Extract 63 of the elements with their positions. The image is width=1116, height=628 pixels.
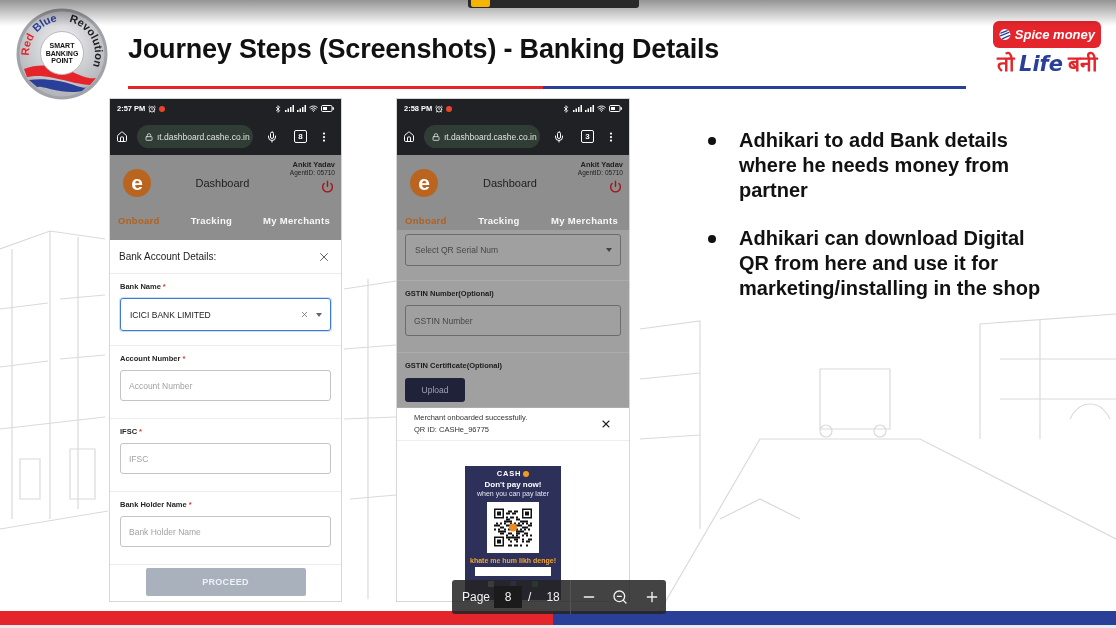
page-number-field[interactable]: 8 bbox=[494, 586, 523, 608]
bullet-icon bbox=[708, 137, 716, 145]
input-field[interactable]: IFSC bbox=[120, 443, 331, 474]
bullet-icon bbox=[708, 235, 716, 243]
zoom-out-icon[interactable] bbox=[611, 589, 628, 605]
signal-icon bbox=[297, 105, 306, 112]
slides-icon bbox=[471, 0, 490, 7]
address-bar[interactable]: ıt.dashboard.cashe.co.in bbox=[424, 125, 540, 148]
coin-icon bbox=[523, 470, 530, 477]
signal-icon bbox=[585, 105, 594, 112]
brand-tagline: तो Life बनी bbox=[997, 50, 1097, 78]
open-with-button[interactable] bbox=[468, 0, 639, 8]
tab[interactable]: My Merchants bbox=[551, 214, 618, 226]
wifi-icon bbox=[309, 104, 318, 113]
address-bar[interactable]: ıt.dashboard.cashe.co.in bbox=[137, 125, 253, 148]
tabs-button[interactable]: 3 bbox=[581, 130, 594, 143]
wifi-icon bbox=[597, 104, 606, 113]
bullet-text: Adhikari can download Digital QR from here and use it for marketing/installing in the shop bbox=[739, 226, 1042, 301]
battery-icon bbox=[321, 105, 334, 112]
input-field[interactable]: GSTIN Number bbox=[405, 305, 621, 336]
signal-icon bbox=[285, 105, 294, 112]
input-field[interactable]: Account Number bbox=[120, 370, 331, 401]
qr-code-drawing bbox=[487, 502, 539, 553]
home-icon[interactable] bbox=[403, 130, 415, 143]
caret-icon[interactable] bbox=[316, 312, 322, 317]
tab[interactable]: Tracking bbox=[478, 214, 520, 226]
input-field[interactable]: Bank Holder Name bbox=[120, 516, 331, 547]
tab[interactable]: Tracking bbox=[190, 214, 233, 226]
modal-title: Bank Account Details: bbox=[119, 251, 217, 262]
tabs-button[interactable]: 8 bbox=[294, 130, 307, 143]
bullet-text: Adhikari to add Bank details where he needs money from partner bbox=[739, 128, 1011, 203]
clear-icon[interactable] bbox=[300, 310, 309, 319]
page-total: 18 bbox=[546, 590, 560, 604]
battery-icon bbox=[609, 105, 622, 112]
lock-icon bbox=[432, 132, 440, 141]
brand-name: Spice money bbox=[1014, 27, 1095, 42]
bluetooth-icon bbox=[562, 104, 570, 113]
page-label: Page bbox=[462, 590, 491, 604]
close-icon[interactable] bbox=[600, 418, 612, 430]
logo-arc-word: Blue bbox=[29, 11, 58, 34]
app-title: Dashboard bbox=[482, 176, 538, 189]
striped-ball-icon bbox=[999, 28, 1011, 41]
bluetooth-icon bbox=[274, 104, 282, 113]
notification-dot-icon bbox=[446, 105, 453, 112]
app-logo: e bbox=[410, 168, 438, 197]
signal-icon bbox=[573, 105, 582, 112]
app-title: Dashboard bbox=[194, 176, 251, 189]
poster-headline: Don't pay now! bbox=[484, 480, 542, 490]
app-logo: e bbox=[123, 168, 151, 197]
caret-icon[interactable] bbox=[606, 248, 612, 252]
upload-button[interactable]: Upload bbox=[405, 378, 465, 402]
alarm-clock-icon bbox=[148, 104, 157, 113]
home-icon[interactable] bbox=[116, 130, 128, 143]
microphone-icon[interactable] bbox=[553, 130, 565, 143]
alarm-clock-icon bbox=[435, 104, 444, 113]
slide-title: Journey Steps (Screenshots) - Banking Details bbox=[128, 33, 721, 66]
select-field[interactable]: ICICI BANK LIMITED bbox=[120, 298, 331, 331]
lock-icon bbox=[145, 132, 153, 141]
microphone-icon[interactable] bbox=[266, 130, 278, 143]
page-separator: / bbox=[528, 590, 532, 604]
tab[interactable]: My Merchants bbox=[263, 214, 330, 226]
select-field[interactable]: Select QR Serial Num bbox=[405, 234, 621, 266]
notification-dot-icon bbox=[159, 105, 166, 112]
